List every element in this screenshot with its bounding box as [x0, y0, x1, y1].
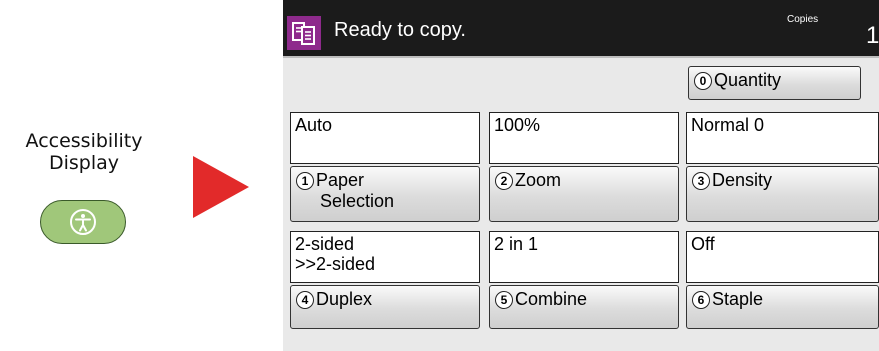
- copies-value: 1: [866, 22, 879, 49]
- key-number-badge: 5: [495, 291, 513, 309]
- value-text: Off: [691, 234, 715, 254]
- copies-label: Copies: [787, 14, 819, 25]
- key-number-badge: 0: [694, 72, 712, 90]
- value-text: 2-sided: [295, 234, 355, 254]
- duplex-button[interactable]: 4 Duplex: [290, 285, 480, 329]
- accessibility-display-label: Accessibility Display: [0, 130, 168, 174]
- value-text-line2: >>2-sided: [295, 254, 376, 274]
- copy-mode-icon: [287, 16, 321, 50]
- zoom-button[interactable]: 2 Zoom: [489, 166, 679, 222]
- accessibility-person-icon: [70, 209, 96, 235]
- button-label: Density: [712, 170, 773, 190]
- button-label: Zoom: [515, 170, 562, 190]
- zoom-value: 100%: [489, 112, 679, 164]
- key-number-badge: 1: [296, 172, 314, 190]
- quantity-button[interactable]: 0 Quantity: [688, 66, 861, 100]
- value-text: Auto: [295, 115, 333, 135]
- right-arrow-icon: [193, 156, 249, 218]
- copy-panel: Ready to copy. Copies 1 0 Quantity Auto …: [283, 0, 879, 351]
- density-value: Normal 0: [686, 112, 879, 164]
- accessibility-label-line1: Accessibility: [25, 130, 143, 152]
- status-bar: Ready to copy. Copies 1: [283, 0, 879, 58]
- button-label: Duplex: [316, 289, 373, 309]
- key-number-badge: 3: [692, 172, 710, 190]
- button-label: Combine: [515, 289, 588, 309]
- button-label: Paper: [316, 170, 365, 190]
- value-text: Normal 0: [691, 115, 765, 135]
- copy-icon: [292, 22, 315, 45]
- status-message: Ready to copy.: [334, 19, 466, 41]
- accessibility-label-line2: Display: [48, 152, 120, 174]
- staple-value: Off: [686, 231, 879, 283]
- combine-button[interactable]: 5 Combine: [489, 285, 679, 329]
- paper-selection-button[interactable]: 1 Paper Selection: [290, 166, 480, 222]
- button-label: Staple: [712, 289, 764, 309]
- quantity-label: Quantity: [714, 70, 782, 90]
- paper-selection-value: Auto: [290, 112, 480, 164]
- button-label-line2: Selection: [320, 191, 395, 211]
- key-number-badge: 4: [296, 291, 314, 309]
- accessibility-display-button[interactable]: [40, 200, 126, 244]
- key-number-badge: 6: [692, 291, 710, 309]
- density-button[interactable]: 3 Density: [686, 166, 879, 222]
- duplex-value: 2-sided >>2-sided: [290, 231, 480, 283]
- key-number-badge: 2: [495, 172, 513, 190]
- combine-value: 2 in 1: [489, 231, 679, 283]
- staple-button[interactable]: 6 Staple: [686, 285, 879, 329]
- value-text: 2 in 1: [494, 234, 539, 254]
- value-text: 100%: [494, 115, 541, 135]
